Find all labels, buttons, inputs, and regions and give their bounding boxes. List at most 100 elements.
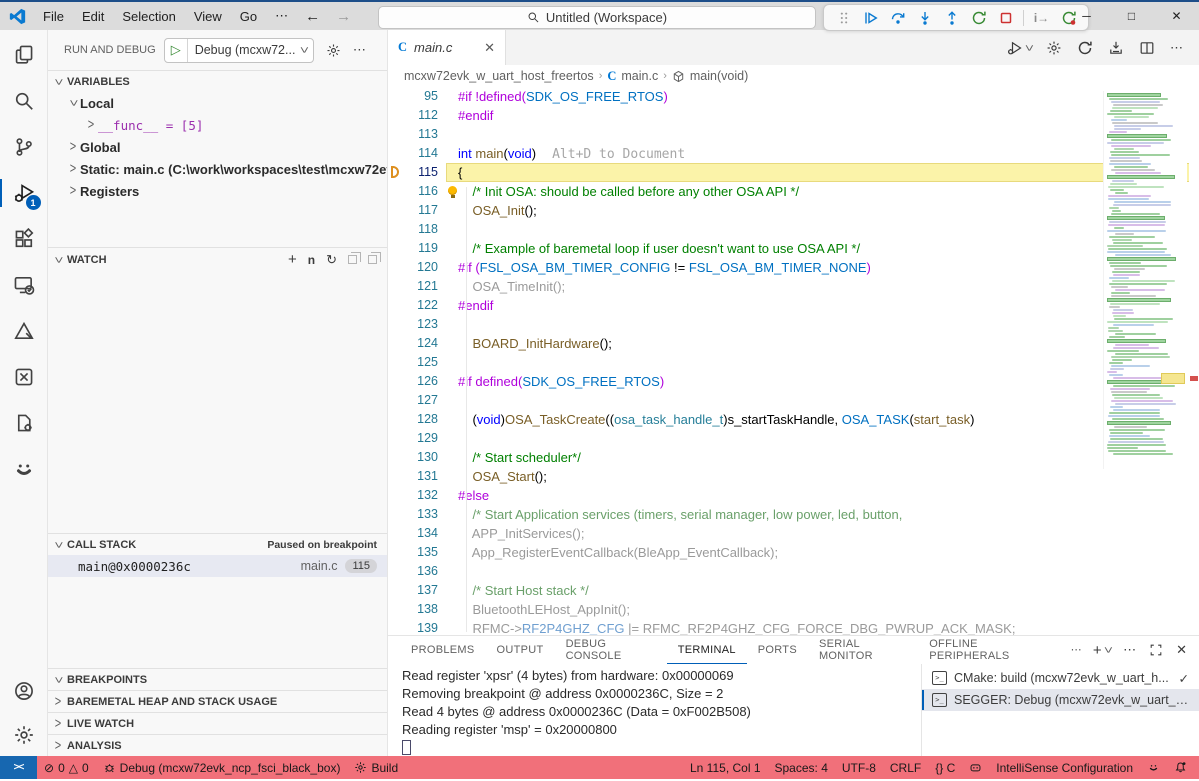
code-editor[interactable]: 95#if !defined(SDK_OS_FREE_RTOS)112#endi… xyxy=(388,87,1199,635)
code-text[interactable]: #else xyxy=(446,486,1199,505)
add-watch-expression-button[interactable]: + xyxy=(288,251,297,268)
variables-section-header[interactable]: > VARIABLES xyxy=(48,70,387,92)
code-line-129[interactable]: 129 xyxy=(388,429,1199,448)
line-number-gutter[interactable]: 127 xyxy=(388,391,446,410)
code-line-115[interactable]: 115{ xyxy=(388,163,1199,182)
code-text[interactable]: App_RegisterEventCallback(BleApp_EventCa… xyxy=(446,543,1199,562)
line-number-gutter[interactable]: 126 xyxy=(388,372,446,391)
account-button[interactable] xyxy=(0,668,48,714)
baremetal-heap-section-header[interactable]: > BAREMETAL HEAP AND STACK USAGE xyxy=(48,690,387,712)
natural-format-button[interactable]: n xyxy=(308,253,315,267)
notifications-button[interactable] xyxy=(1167,756,1199,779)
code-text[interactable] xyxy=(446,125,1199,144)
code-text[interactable]: (void)OSA_TaskCreate((osa_task_handle_t)… xyxy=(446,410,1199,429)
line-number-gutter[interactable]: 139 xyxy=(388,619,446,635)
line-number-gutter[interactable]: 136 xyxy=(388,562,446,581)
command-center-search[interactable]: Untitled (Workspace) xyxy=(378,6,816,29)
live-watch-section-header[interactable]: > LIVE WATCH xyxy=(48,712,387,734)
remote-indicator[interactable]: >< xyxy=(0,756,37,779)
line-number-gutter[interactable]: 135 xyxy=(388,543,446,562)
line-number-gutter[interactable]: 131 xyxy=(388,467,446,486)
refresh-watch-button[interactable]: ↻ xyxy=(326,252,337,268)
sidebar-more-actions[interactable]: ⋯ xyxy=(353,42,366,58)
debug-step-over-button[interactable] xyxy=(885,6,910,29)
breadcrumb-symbol[interactable]: main(void) xyxy=(690,69,748,83)
line-number-gutter[interactable]: 132 xyxy=(388,486,446,505)
variables-scope-registers[interactable]: > Registers xyxy=(48,180,387,202)
split-editor-icon[interactable] xyxy=(1139,40,1155,56)
line-number-gutter[interactable]: 113 xyxy=(388,125,446,144)
variables-scope-local[interactable]: > Local xyxy=(48,92,387,114)
analysis-section-header[interactable]: > ANALYSIS xyxy=(48,734,387,756)
debug-restart-button[interactable] xyxy=(966,6,991,29)
code-line-114[interactable]: 114int main(void)Alt+D to Document xyxy=(388,144,1199,163)
code-text[interactable]: /* Init OSA: should be called before any… xyxy=(446,182,1199,201)
line-number-gutter[interactable]: 115 xyxy=(388,163,446,182)
code-text[interactable] xyxy=(446,220,1199,239)
tab-close-icon[interactable]: ✕ xyxy=(484,40,495,56)
line-number-gutter[interactable]: 95 xyxy=(388,87,446,106)
line-number-gutter[interactable]: 114 xyxy=(388,144,446,163)
tab-main-c[interactable]: C main.c ✕ xyxy=(388,30,506,65)
terminal-item-cmake[interactable]: >_ CMake: build (mcxw72evk_w_uart_h... ✓ xyxy=(922,667,1199,689)
editor-more-actions[interactable]: ⋯ xyxy=(1170,40,1183,56)
variable-row-func[interactable]: > __func__ = [5] xyxy=(48,114,387,136)
code-line-119[interactable]: 119 /* Example of baremetal loop if user… xyxy=(388,239,1199,258)
code-line-137[interactable]: 137 /* Start Host stack */ xyxy=(388,581,1199,600)
code-line-126[interactable]: 126#if defined(SDK_OS_FREE_RTOS) xyxy=(388,372,1199,391)
code-line-132[interactable]: 132#else xyxy=(388,486,1199,505)
sidebar-item-run-and-debug[interactable]: 1 xyxy=(0,170,48,216)
code-line-127[interactable]: 127 xyxy=(388,391,1199,410)
code-line-116[interactable]: 116 /* Init OSA: should be called before… xyxy=(388,182,1199,201)
line-number-gutter[interactable]: 134 xyxy=(388,524,446,543)
line-number-gutter[interactable]: 117 xyxy=(388,201,446,220)
code-text[interactable]: #if (FSL_OSA_BM_TIMER_CONFIG != FSL_OSA_… xyxy=(446,258,1199,277)
lightbulb-icon[interactable] xyxy=(448,186,457,195)
sidebar-item-explorer[interactable] xyxy=(0,32,48,78)
code-text[interactable] xyxy=(446,429,1199,448)
line-number-gutter[interactable]: 129 xyxy=(388,429,446,448)
tab-offline-peripherals[interactable]: OFFLINE PERIPHERALS xyxy=(918,636,1059,664)
run-or-debug-button[interactable]: > xyxy=(1007,40,1031,56)
code-line-112[interactable]: 112#endif xyxy=(388,106,1199,125)
line-number-gutter[interactable]: 120 xyxy=(388,258,446,277)
new-terminal-button[interactable]: +> xyxy=(1093,642,1110,659)
launch-config-dropdown[interactable]: ▷ Debug (mcxw72... > xyxy=(164,38,314,63)
call-stack-section-header[interactable]: > CALL STACK Paused on breakpoint xyxy=(48,533,387,555)
minimize-button[interactable]: ─ xyxy=(1064,2,1109,30)
code-text[interactable]: /* Start scheduler*/ xyxy=(446,448,1199,467)
toolbar-drag-handle[interactable] xyxy=(831,6,856,29)
code-text[interactable]: { xyxy=(446,163,1199,182)
code-text[interactable] xyxy=(446,391,1199,410)
code-line-136[interactable]: 136 xyxy=(388,562,1199,581)
code-line-125[interactable]: 125 xyxy=(388,353,1199,372)
line-number-gutter[interactable]: 116 xyxy=(388,182,446,201)
code-text[interactable]: #endif xyxy=(446,106,1199,125)
code-text[interactable]: int main(void)Alt+D to Document xyxy=(446,144,1199,163)
maximize-button[interactable]: □ xyxy=(1109,2,1154,30)
call-stack-frame-row[interactable]: main@0x0000236c main.c 115 xyxy=(48,555,387,577)
line-number-gutter[interactable]: 125 xyxy=(388,353,446,372)
code-line-122[interactable]: 122#endif xyxy=(388,296,1199,315)
code-line-139[interactable]: 139 RFMC->RF2P4GHZ_CFG |= RFMC_RF2P4GHZ_… xyxy=(388,619,1199,635)
code-text[interactable]: /* Start Host stack */ xyxy=(446,581,1199,600)
language-mode-status[interactable]: {} C xyxy=(928,756,962,779)
close-button[interactable]: ✕ xyxy=(1154,2,1199,30)
code-line-138[interactable]: 138 BluetoothLEHost_AppInit(); xyxy=(388,600,1199,619)
panel-more-actions[interactable]: ⋯ xyxy=(1123,642,1136,658)
code-line-133[interactable]: 133 /* Start Application services (timer… xyxy=(388,505,1199,524)
panel-tabs-overflow[interactable]: ⋯ xyxy=(1060,636,1093,664)
line-number-gutter[interactable]: 138 xyxy=(388,600,446,619)
maximize-panel-icon[interactable] xyxy=(1149,643,1163,657)
nav-back-icon[interactable]: ← xyxy=(297,8,328,25)
sidebar-item-search[interactable] xyxy=(0,78,48,124)
line-number-gutter[interactable]: 112 xyxy=(388,106,446,125)
debug-step-into-button[interactable] xyxy=(912,6,937,29)
tab-problems[interactable]: PROBLEMS xyxy=(400,636,486,664)
code-text[interactable]: #if defined(SDK_OS_FREE_RTOS) xyxy=(446,372,1199,391)
sidebar-item-remote-explorer[interactable] xyxy=(0,262,48,308)
code-text[interactable]: APP_InitServices(); xyxy=(446,524,1199,543)
terminal-output[interactable]: Read register 'xpsr' (4 bytes) from hard… xyxy=(388,664,921,756)
code-text[interactable]: BluetoothLEHost_AppInit(); xyxy=(446,600,1199,619)
code-text[interactable]: OSA_TimeInit(); xyxy=(446,277,1199,296)
